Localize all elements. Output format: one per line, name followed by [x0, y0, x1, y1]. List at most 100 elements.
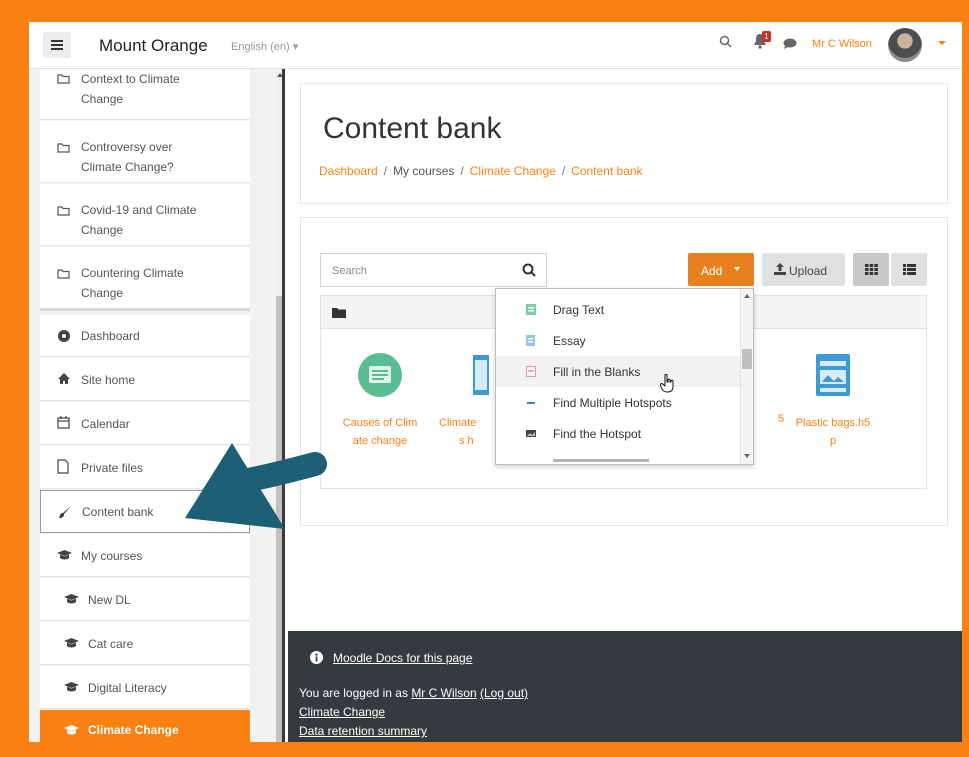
breadcrumb-climate-change[interactable]: Climate Change [470, 164, 556, 178]
section-label: Covid-19 and Climate Change [81, 203, 197, 237]
upload-button[interactable]: Upload [762, 253, 845, 286]
folder-icon[interactable] [332, 307, 346, 318]
home-icon [58, 373, 70, 384]
scroll-up-icon[interactable] [277, 73, 282, 77]
menu-item-essay[interactable]: Essay [496, 325, 740, 356]
menu-toggle-button[interactable] [43, 32, 71, 58]
scroll-down-icon[interactable] [744, 454, 750, 458]
logged-user-link[interactable]: Mr C Wilson [411, 686, 476, 700]
sidebar-item-label: My courses [81, 549, 143, 563]
search-input[interactable]: Search [320, 253, 547, 287]
sidebar-item-private-files[interactable]: Private files [40, 446, 250, 489]
breadcrumb-content-bank[interactable]: Content bank [571, 164, 642, 178]
dropdown-scrollbar-thumb[interactable] [742, 349, 752, 369]
sidebar-item-label: Content bank [82, 505, 154, 519]
content-item-name-2: ate change [352, 435, 408, 447]
sidebar-item-label: Site home [81, 373, 136, 387]
sidebar-item-label: Cat care [88, 637, 134, 651]
graduation-cap-icon [64, 725, 79, 735]
breadcrumb-separator: / [561, 164, 566, 178]
course-link[interactable]: Climate Change [299, 705, 385, 719]
data-retention-link[interactable]: Data retention summary [299, 724, 427, 738]
clipped-text [553, 459, 649, 462]
menu-item-clipped[interactable] [496, 453, 740, 464]
section-countering[interactable]: Countering Climate Change [40, 247, 250, 311]
sidebar-item-site-home[interactable]: Site home [40, 358, 250, 401]
folder-icon [57, 143, 70, 153]
site-name[interactable]: Mount Orange [99, 36, 208, 56]
sidebar-item-climate-change[interactable]: Climate Change [40, 710, 250, 742]
section-covid[interactable]: Covid-19 and Climate Change [40, 184, 250, 246]
sidebar-item-label: Calendar [81, 417, 130, 431]
chevron-down-icon [734, 267, 740, 271]
login-info: You are logged in as Mr C Wilson (Log ou… [299, 686, 528, 700]
sidebar-item-new-dl[interactable]: New DL [40, 578, 250, 621]
folder-icon [57, 269, 70, 279]
upload-icon [774, 263, 786, 275]
sidebar-item-dashboard[interactable]: Dashboard [40, 315, 250, 357]
menu-item-label: Find Multiple Hotspots [553, 396, 672, 410]
menu-item-label: Fill in the Blanks [553, 365, 641, 379]
graduation-cap-icon [64, 638, 79, 648]
drag-text-icon [526, 304, 536, 315]
dropdown-scrollbar[interactable] [740, 289, 753, 464]
menu-item-drag-text[interactable]: Drag Text [496, 294, 740, 325]
calendar-icon [57, 416, 70, 429]
sidebar-item-label: Climate Change [88, 723, 179, 737]
menu-item-fill-in-the-blanks[interactable]: Fill in the Blanks [496, 356, 740, 387]
language-label: English (en) [231, 41, 290, 53]
page-title: Content bank [323, 112, 502, 145]
chat-icon[interactable] [783, 38, 797, 49]
sidebar-item-content-bank[interactable]: Content bank [40, 490, 250, 533]
hamburger-icon [51, 40, 63, 50]
multiple-hotspots-icon [527, 402, 535, 404]
section-controversy[interactable]: Controversy over Climate Change? [40, 121, 250, 183]
language-menu[interactable]: English (en) ▾ [231, 40, 298, 53]
info-icon [310, 651, 323, 664]
avatar[interactable] [888, 28, 922, 62]
sidebar-item-cat-care[interactable]: Cat care [40, 622, 250, 665]
menu-item-find-multiple-hotspots[interactable]: Find Multiple Hotspots [496, 387, 740, 418]
grid-icon [864, 264, 878, 275]
upload-button-label: Upload [789, 264, 828, 278]
hand-cursor-icon [660, 374, 674, 393]
search-icon[interactable] [522, 263, 536, 277]
drawer-scrollbar-thumb[interactable] [276, 296, 282, 742]
sidebar-item-calendar[interactable]: Calendar [40, 402, 250, 445]
list-icon [902, 264, 916, 275]
chevron-down-icon: ▾ [292, 41, 299, 53]
logout-link[interactable]: (Log out) [480, 686, 528, 700]
content-item[interactable]: Climate s.h [439, 352, 489, 450]
sidebar-item-label: Digital Literacy [88, 681, 167, 695]
content-item[interactable]: Causes of Clim ate change [340, 352, 420, 450]
add-content-dropdown: Drag Text Essay Fill in the Blanks Find … [495, 288, 754, 465]
scroll-up-icon[interactable] [744, 294, 750, 298]
grid-view-button[interactable] [853, 253, 889, 286]
breadcrumb-dashboard[interactable]: Dashboard [319, 164, 378, 178]
sidebar-item-digital-literacy[interactable]: Digital Literacy [40, 666, 250, 709]
folder-icon [57, 206, 70, 216]
moodle-docs-link[interactable]: Moodle Docs for this page [333, 651, 472, 665]
h5p-content-icon [816, 354, 850, 396]
user-name[interactable]: Mr C Wilson [812, 38, 872, 50]
graduation-cap-icon [64, 682, 79, 692]
graduation-cap-icon [57, 550, 72, 560]
section-context-climate[interactable]: Context to Climate Change [40, 69, 250, 120]
top-navbar: Mount Orange English (en) ▾ 1 Mr C Wilso… [29, 22, 962, 69]
add-button[interactable]: Add [688, 253, 754, 286]
list-view-button[interactable] [891, 253, 927, 286]
chevron-down-icon[interactable] [938, 41, 946, 45]
notification-badge: 1 [762, 31, 771, 42]
search-icon[interactable] [719, 35, 732, 48]
sidebar-item-label: New DL [88, 593, 131, 607]
menu-item-label: Essay [553, 334, 586, 348]
sidebar-item-my-courses[interactable]: My courses [40, 534, 250, 577]
sidebar-item-label: Dashboard [81, 329, 140, 343]
content-item[interactable]: Plastic bags.h5 p [788, 352, 878, 450]
content-item-name-2: s.h [459, 435, 474, 447]
page-footer: Moodle Docs for this page You are logged… [288, 631, 962, 742]
menu-item-find-the-hotspot[interactable]: Find the Hotspot [496, 418, 740, 449]
content-item-name-1: Plastic bags.h5 [795, 417, 871, 429]
section-label: Context to Climate Change [81, 72, 180, 106]
content-item-name-1: Climate [439, 417, 477, 429]
